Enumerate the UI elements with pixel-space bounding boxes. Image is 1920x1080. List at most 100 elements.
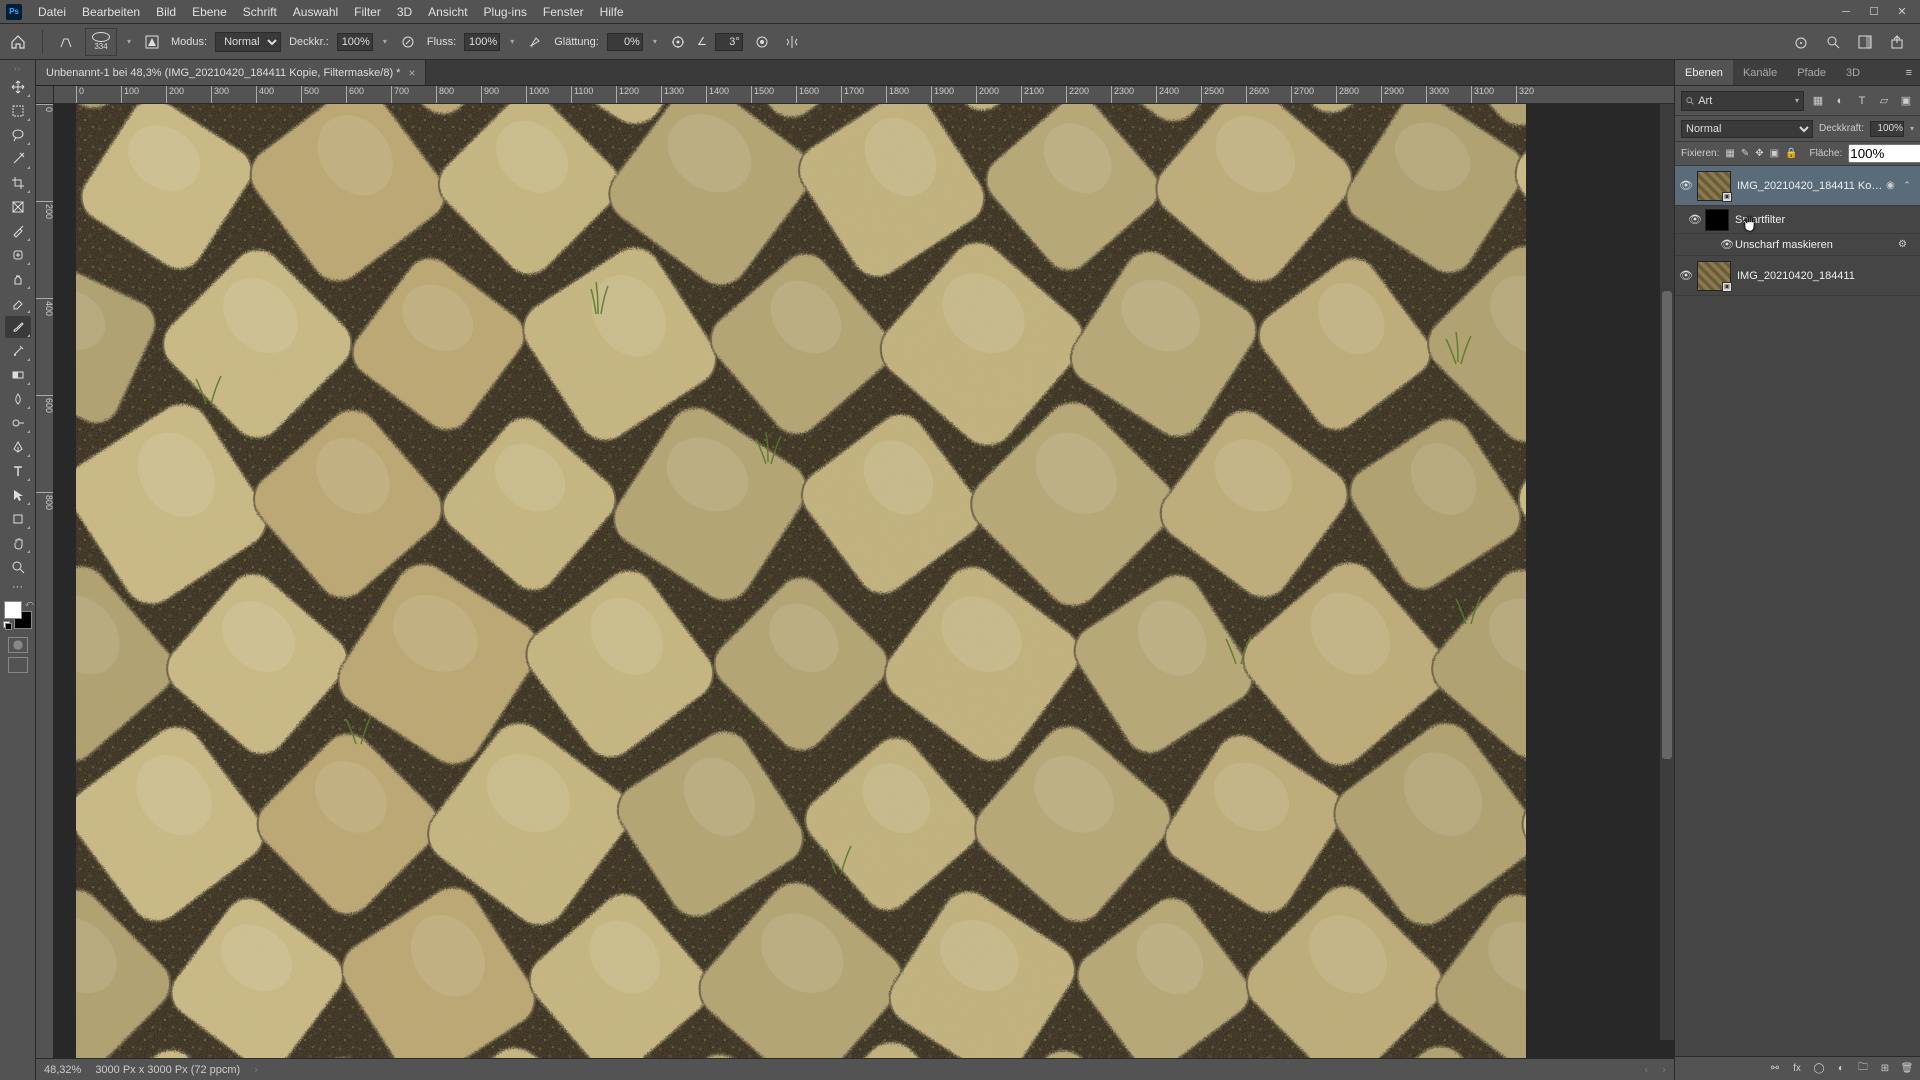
minimize-button[interactable]: ─ bbox=[1834, 3, 1858, 21]
menu-hilfe[interactable]: Hilfe bbox=[592, 5, 632, 19]
hand-tool[interactable] bbox=[5, 532, 31, 554]
menu-schrift[interactable]: Schrift bbox=[235, 5, 285, 19]
frame-tool[interactable] bbox=[5, 196, 31, 218]
brush-dropdown-icon[interactable]: ▾ bbox=[125, 37, 133, 46]
delete-layer-icon[interactable]: 🗑 bbox=[1898, 1060, 1916, 1078]
lock-pixels-icon[interactable]: ✎ bbox=[1741, 146, 1749, 162]
more-tools[interactable]: ··· bbox=[5, 580, 31, 594]
zoom-value[interactable]: 48,32% bbox=[44, 1064, 81, 1076]
smoothing-dropdown-icon[interactable]: ▾ bbox=[651, 37, 659, 46]
lock-artboard-icon[interactable]: ▣ bbox=[1770, 146, 1779, 162]
shape-tool[interactable] bbox=[5, 508, 31, 530]
workspace-icon[interactable] bbox=[1854, 31, 1876, 53]
default-colors-icon[interactable] bbox=[3, 621, 12, 630]
layer-fx-icon[interactable]: fx bbox=[1788, 1060, 1806, 1078]
move-tool[interactable] bbox=[5, 76, 31, 98]
layer-thumbnail[interactable]: ▣ bbox=[1697, 171, 1731, 201]
tab-ebenen[interactable]: Ebenen bbox=[1675, 60, 1733, 85]
add-mask-icon[interactable]: ◯ bbox=[1810, 1060, 1828, 1078]
layer-thumbnail[interactable]: ▣ bbox=[1697, 261, 1731, 291]
blur-tool[interactable] bbox=[5, 388, 31, 410]
maximize-button[interactable]: ☐ bbox=[1862, 3, 1886, 21]
new-adjustment-icon[interactable]: ◐ bbox=[1832, 1060, 1850, 1078]
document-dimensions[interactable]: 3000 Px x 3000 Px (72 ppcm) bbox=[95, 1064, 240, 1076]
crop-tool[interactable] bbox=[5, 172, 31, 194]
new-group-icon[interactable]: 🗀 bbox=[1854, 1060, 1872, 1078]
dodge-tool[interactable] bbox=[5, 412, 31, 434]
menu-bild[interactable]: Bild bbox=[148, 5, 184, 19]
layer-filter-input[interactable] bbox=[1698, 95, 1791, 107]
smart-filter-row[interactable]: 👁 Smartfilter bbox=[1675, 206, 1920, 234]
menu-plugins[interactable]: Plug-ins bbox=[476, 5, 535, 19]
tab-close-icon[interactable]: × bbox=[408, 66, 415, 80]
filter-type-icon[interactable]: T bbox=[1854, 93, 1870, 109]
menu-3d[interactable]: 3D bbox=[389, 5, 420, 19]
horizontal-ruler[interactable]: 0100200300400500600700800900100011001200… bbox=[54, 86, 1674, 104]
brush-preset-picker[interactable]: 334 bbox=[85, 28, 117, 56]
blend-mode-select[interactable]: Normal bbox=[215, 32, 281, 52]
layer-filter-type[interactable]: ▾ bbox=[1681, 91, 1804, 111]
layer-blend-mode[interactable]: Normal bbox=[1681, 120, 1813, 138]
lasso-tool[interactable] bbox=[5, 124, 31, 146]
panel-menu-icon[interactable]: ≡ bbox=[1898, 60, 1920, 85]
vertical-ruler[interactable]: 0200400600800 bbox=[36, 104, 54, 1058]
flow-input[interactable] bbox=[464, 33, 500, 51]
close-button[interactable]: ✕ bbox=[1890, 3, 1914, 21]
smoothing-options-icon[interactable] bbox=[667, 31, 689, 53]
menu-ebene[interactable]: Ebene bbox=[184, 5, 235, 19]
marquee-tool[interactable] bbox=[5, 100, 31, 122]
airbrush-icon[interactable] bbox=[524, 31, 546, 53]
layer-opacity-input[interactable] bbox=[1870, 121, 1904, 137]
toolbox-grip[interactable]: ›› bbox=[14, 64, 21, 73]
tab-3d[interactable]: 3D bbox=[1836, 60, 1870, 85]
filter-shape-icon[interactable]: ▱ bbox=[1876, 93, 1892, 109]
ruler-origin[interactable] bbox=[36, 86, 54, 104]
filter-smart-icon[interactable]: ▣ bbox=[1898, 93, 1914, 109]
quick-mask-toggle[interactable] bbox=[8, 637, 28, 653]
size-pressure-icon[interactable] bbox=[751, 31, 773, 53]
type-tool[interactable] bbox=[5, 460, 31, 482]
symmetry-icon[interactable] bbox=[781, 31, 803, 53]
status-nav-right-icon[interactable]: › bbox=[1662, 1064, 1666, 1076]
gradient-tool[interactable] bbox=[5, 364, 31, 386]
canvas[interactable] bbox=[76, 104, 1526, 1058]
home-button[interactable] bbox=[6, 30, 30, 54]
smoothing-input[interactable] bbox=[607, 33, 643, 51]
zoom-tool[interactable] bbox=[5, 556, 31, 578]
status-nav-left-icon[interactable]: ‹ bbox=[1645, 1064, 1649, 1076]
brush-panel-toggle[interactable] bbox=[141, 31, 163, 53]
swap-colors-icon[interactable]: ⤺ bbox=[25, 599, 34, 609]
filter-options-icon[interactable]: ⚙ bbox=[1898, 239, 1914, 250]
tab-kanaele[interactable]: Kanäle bbox=[1733, 60, 1787, 85]
path-select-tool[interactable] bbox=[5, 484, 31, 506]
menu-auswahl[interactable]: Auswahl bbox=[285, 5, 346, 19]
screen-mode-toggle[interactable] bbox=[8, 657, 28, 673]
expand-toggle[interactable]: ⌃ bbox=[1900, 180, 1914, 191]
filter-visibility-icon[interactable]: ◉ bbox=[1886, 180, 1900, 191]
color-swatches[interactable]: ⤺ bbox=[4, 601, 32, 629]
visibility-toggle[interactable]: 👁 bbox=[1675, 269, 1697, 282]
cloud-docs-icon[interactable] bbox=[1790, 31, 1812, 53]
menu-datei[interactable]: Datei bbox=[30, 5, 74, 19]
layer-row[interactable]: 👁 ▣ IMG_20210420_184411 Kopie ◉ ⌃ bbox=[1675, 166, 1920, 206]
opacity-input[interactable] bbox=[337, 33, 373, 51]
new-layer-icon[interactable]: ⊞ bbox=[1876, 1060, 1894, 1078]
menu-ansicht[interactable]: Ansicht bbox=[420, 5, 475, 19]
filter-adjust-icon[interactable]: ◐ bbox=[1832, 93, 1848, 109]
visibility-toggle[interactable]: 👁 bbox=[1675, 179, 1697, 192]
tab-pfade[interactable]: Pfade bbox=[1787, 60, 1836, 85]
eraser-tool[interactable] bbox=[5, 292, 31, 314]
lock-all-icon[interactable]: 🔒 bbox=[1785, 146, 1797, 162]
opacity-pressure-icon[interactable] bbox=[397, 31, 419, 53]
visibility-toggle[interactable]: 👁 bbox=[1675, 213, 1697, 226]
menu-fenster[interactable]: Fenster bbox=[535, 5, 592, 19]
link-layers-icon[interactable]: ⚯ bbox=[1766, 1060, 1784, 1078]
clone-tool[interactable] bbox=[5, 268, 31, 290]
filter-entry-row[interactable]: 👁 Unscharf maskieren ⚙ bbox=[1675, 234, 1920, 256]
layer-name[interactable]: IMG_20210420_184411 Kopie bbox=[1737, 180, 1886, 192]
angle-input[interactable] bbox=[715, 33, 743, 51]
vertical-scrollbar[interactable] bbox=[1660, 104, 1674, 1040]
menu-bearbeiten[interactable]: Bearbeiten bbox=[74, 5, 148, 19]
foreground-color[interactable] bbox=[4, 601, 22, 619]
layer-row[interactable]: 👁 ▣ IMG_20210420_184411 bbox=[1675, 256, 1920, 296]
